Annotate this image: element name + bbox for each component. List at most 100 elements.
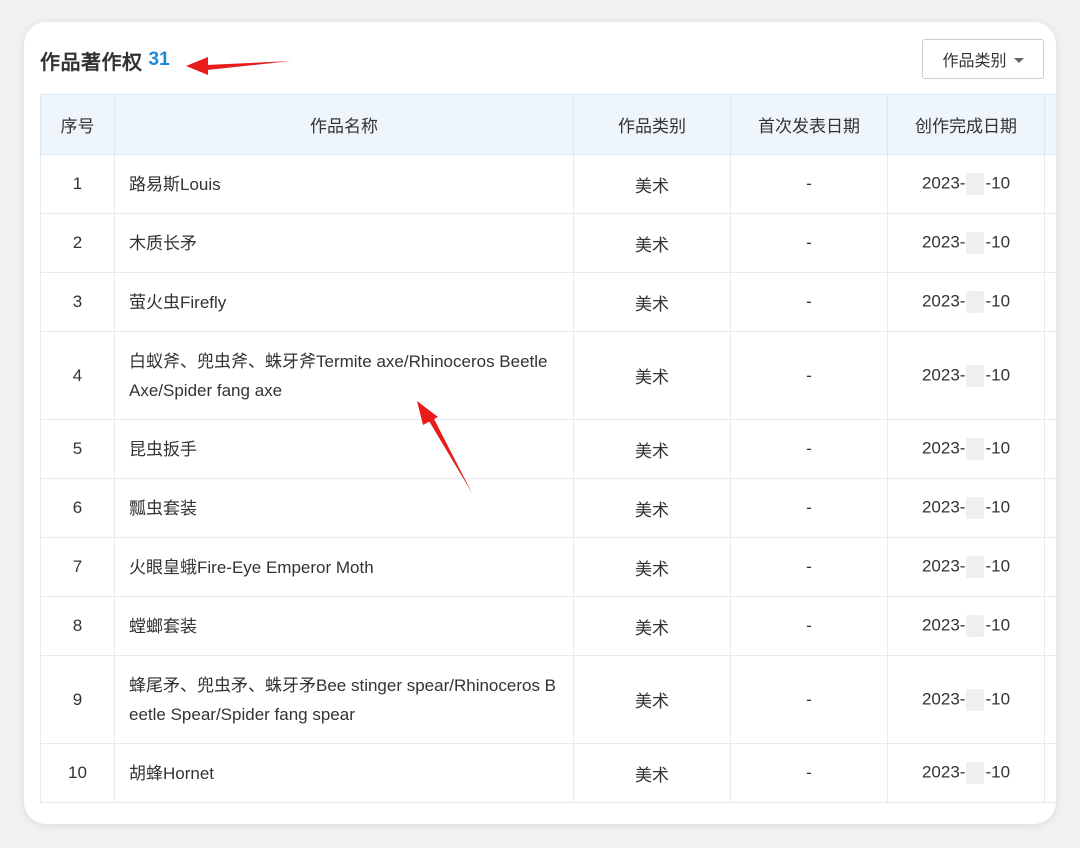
cell-index: 10 <box>40 743 115 803</box>
date-year: 2023- <box>921 615 966 635</box>
cell-index: 2 <box>40 213 115 273</box>
cell-work-name: 路易斯Louis <box>114 154 574 214</box>
cell-category: 美术 <box>573 213 731 273</box>
date-day: -10 <box>985 762 1011 782</box>
table-row: 3 萤火虫Firefly 美术 - 2023- -10 <box>40 272 1056 332</box>
cell-first-publish-date: - <box>730 655 888 744</box>
cell-completion-date: 2023- -10 <box>887 154 1045 214</box>
cell-first-publish-date: - <box>730 154 888 214</box>
cell-index: 6 <box>40 478 115 538</box>
cell-category: 美术 <box>573 655 731 744</box>
cell-category: 美术 <box>573 537 731 597</box>
cell-overflow <box>1044 596 1056 656</box>
cell-category: 美术 <box>573 419 731 479</box>
category-filter-dropdown[interactable]: 作品类别 <box>922 39 1044 79</box>
table-row: 1 路易斯Louis 美术 - 2023- -10 <box>40 154 1056 214</box>
redacted-month <box>966 556 985 578</box>
cell-work-name: 萤火虫Firefly <box>114 272 574 332</box>
column-header-completion-date: 创作完成日期 <box>887 94 1045 155</box>
table-row: 6 瓢虫套装 美术 - 2023- -10 <box>40 478 1056 538</box>
redacted-month <box>966 688 985 711</box>
table-row: 4 白蚁斧、兜虫斧、蛛牙斧Termite axe/Rhinoceros Beet… <box>40 331 1056 420</box>
column-header-category: 作品类别 <box>573 94 731 155</box>
section-header: 作品著作权 31 <box>40 46 170 74</box>
date-day: -10 <box>985 173 1011 193</box>
redacted-month <box>966 291 985 313</box>
redacted-month <box>966 438 985 460</box>
redacted-month <box>966 762 985 784</box>
cell-index: 1 <box>40 154 115 214</box>
cell-index: 8 <box>40 596 115 656</box>
cell-first-publish-date: - <box>730 213 888 273</box>
date-year: 2023- <box>921 497 966 517</box>
date-day: -10 <box>985 291 1011 311</box>
redacted-month <box>966 497 985 519</box>
category-filter-label: 作品类别 <box>942 53 1007 70</box>
cell-work-name: 蜂尾矛、兜虫矛、蛛牙矛Bee stinger spear/Rhinoceros … <box>114 655 574 744</box>
cell-completion-date: 2023- -10 <box>887 537 1045 597</box>
table-header-row: 序号 作品名称 作品类别 首次发表日期 创作完成日期 <box>40 94 1056 155</box>
caret-down-icon <box>1013 57 1024 63</box>
cell-work-name: 胡蜂Hornet <box>114 743 574 803</box>
cell-overflow <box>1044 154 1056 214</box>
cell-first-publish-date: - <box>730 537 888 597</box>
date-year: 2023- <box>921 762 966 782</box>
date-day: -10 <box>985 688 1011 708</box>
date-year: 2023- <box>921 173 966 193</box>
cell-category: 美术 <box>573 331 731 420</box>
redacted-month <box>966 173 985 195</box>
date-year: 2023- <box>921 438 966 458</box>
works-table-container: 序号 作品名称 作品类别 首次发表日期 创作完成日期 1 路易斯Louis 美术… <box>40 94 1056 804</box>
date-year: 2023- <box>921 688 966 708</box>
cell-first-publish-date: - <box>730 596 888 656</box>
cell-completion-date: 2023- -10 <box>887 213 1045 273</box>
date-day: -10 <box>985 497 1011 517</box>
table-row: 2 木质长矛 美术 - 2023- -10 <box>40 213 1056 273</box>
cell-category: 美术 <box>573 154 731 214</box>
date-year: 2023- <box>921 364 966 384</box>
cell-overflow <box>1044 655 1056 744</box>
cell-first-publish-date: - <box>730 419 888 479</box>
cell-work-name: 火眼皇蛾Fire-Eye Emperor Moth <box>114 537 574 597</box>
cell-index: 7 <box>40 537 115 597</box>
cell-category: 美术 <box>573 478 731 538</box>
copyright-card: 作品著作权 31 作品类别 序号 作品名称 作品类别 首次发表日期 创作完成日期… <box>24 22 1056 824</box>
date-day: -10 <box>985 556 1011 576</box>
cell-work-name: 木质长矛 <box>114 213 574 273</box>
cell-index: 9 <box>40 655 115 744</box>
section-title: 作品著作权 <box>40 51 143 74</box>
cell-overflow <box>1044 743 1056 803</box>
table-row: 5 昆虫扳手 美术 - 2023- -10 <box>40 419 1056 479</box>
cell-index: 5 <box>40 419 115 479</box>
cell-first-publish-date: - <box>730 478 888 538</box>
cell-overflow <box>1044 419 1056 479</box>
cell-completion-date: 2023- -10 <box>887 331 1045 420</box>
cell-completion-date: 2023- -10 <box>887 596 1045 656</box>
cell-index: 4 <box>40 331 115 420</box>
date-day: -10 <box>985 364 1011 384</box>
cell-completion-date: 2023- -10 <box>887 419 1045 479</box>
cell-overflow <box>1044 537 1056 597</box>
table-row: 8 螳螂套装 美术 - 2023- -10 <box>40 596 1056 656</box>
table-row: 9 蜂尾矛、兜虫矛、蛛牙矛Bee stinger spear/Rhinocero… <box>40 655 1056 744</box>
cell-overflow <box>1044 213 1056 273</box>
date-year: 2023- <box>921 232 966 252</box>
cell-work-name: 瓢虫套装 <box>114 478 574 538</box>
column-header-name: 作品名称 <box>114 94 574 155</box>
cell-index: 3 <box>40 272 115 332</box>
cell-work-name: 螳螂套装 <box>114 596 574 656</box>
date-year: 2023- <box>921 556 966 576</box>
cell-overflow <box>1044 478 1056 538</box>
redacted-month <box>966 232 985 254</box>
cell-first-publish-date: - <box>730 272 888 332</box>
cell-category: 美术 <box>573 743 731 803</box>
date-day: -10 <box>985 615 1011 635</box>
cell-first-publish-date: - <box>730 743 888 803</box>
cell-completion-date: 2023- -10 <box>887 743 1045 803</box>
table-row: 10 胡蜂Hornet 美术 - 2023- -10 <box>40 743 1056 803</box>
date-year: 2023- <box>921 291 966 311</box>
date-day: -10 <box>985 232 1011 252</box>
cell-completion-date: 2023- -10 <box>887 478 1045 538</box>
cell-first-publish-date: - <box>730 331 888 420</box>
cell-overflow <box>1044 331 1056 420</box>
